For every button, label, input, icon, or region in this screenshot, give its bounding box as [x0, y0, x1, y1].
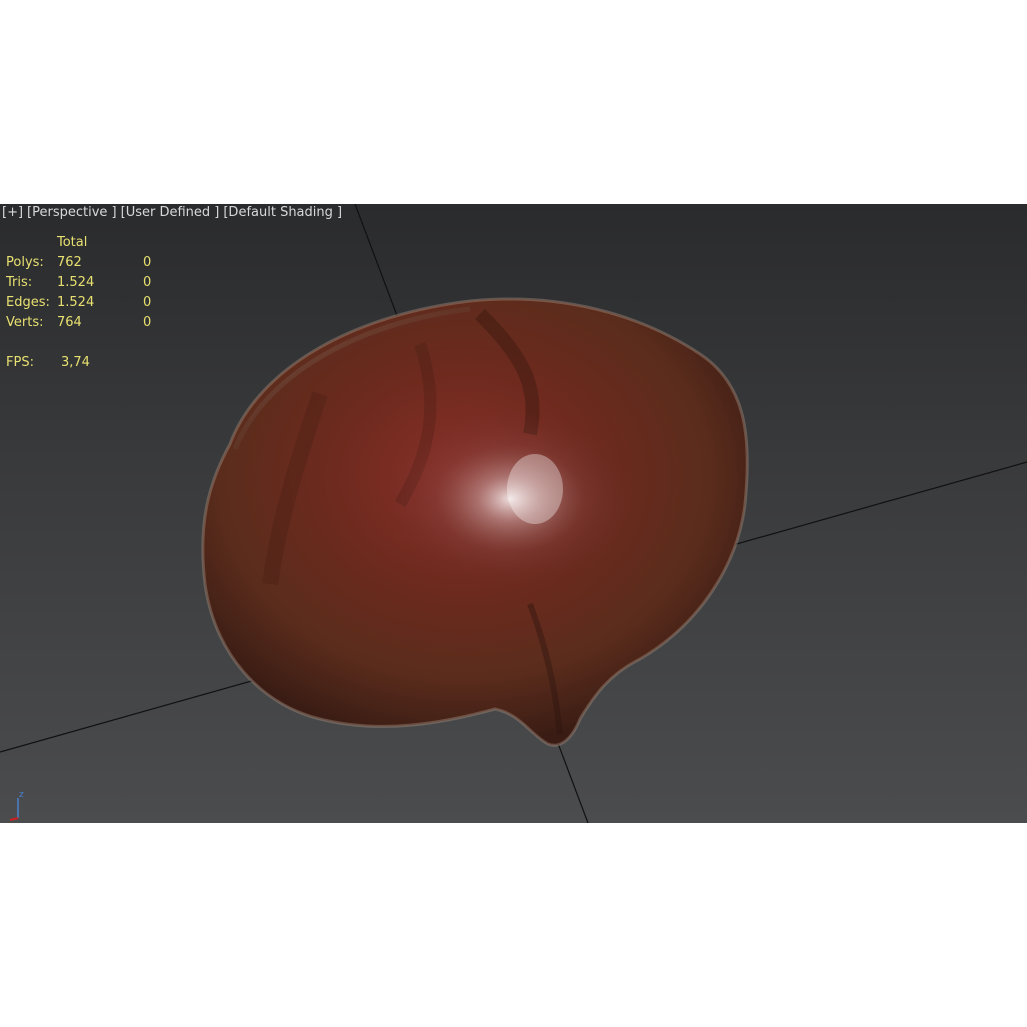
page: [+] [Perspective ] [User Defined ] [Defa… [0, 0, 1027, 1027]
stats-label: Edges: [6, 295, 50, 310]
viewport-menu-plus[interactable]: [+] [0, 205, 25, 223]
viewport-menu-shading[interactable]: [Default Shading ] [221, 205, 344, 223]
stats-selected: 0 [143, 315, 152, 330]
fps-label: FPS: [6, 355, 34, 370]
axis-gizmo-icon: z [10, 790, 24, 821]
fps-value: 3,74 [61, 355, 90, 370]
stats-header-total: Total [57, 235, 88, 250]
chestnut-model [201, 297, 749, 747]
viewport-label-bar: [+] [Perspective ] [User Defined ] [Defa… [0, 205, 344, 223]
gizmo-axis-label: z [19, 790, 24, 800]
stats-label: Polys: [6, 255, 44, 270]
stats-total: 764 [57, 315, 82, 330]
stats-label: Verts: [6, 315, 44, 330]
viewport-menu-user-defined[interactable]: [User Defined ] [119, 205, 222, 223]
stats-selected: 0 [143, 295, 152, 310]
viewport-menu-perspective[interactable]: [Perspective ] [25, 205, 119, 223]
stats-total: 1.524 [57, 295, 95, 310]
stats-total: 762 [57, 255, 82, 270]
stats-total: 1.524 [57, 275, 95, 290]
stats-label: Tris: [6, 275, 33, 290]
stats-selected: 0 [143, 275, 152, 290]
stats-selected: 0 [143, 255, 152, 270]
perspective-viewport[interactable]: [+] [Perspective ] [User Defined ] [Defa… [0, 204, 1027, 823]
